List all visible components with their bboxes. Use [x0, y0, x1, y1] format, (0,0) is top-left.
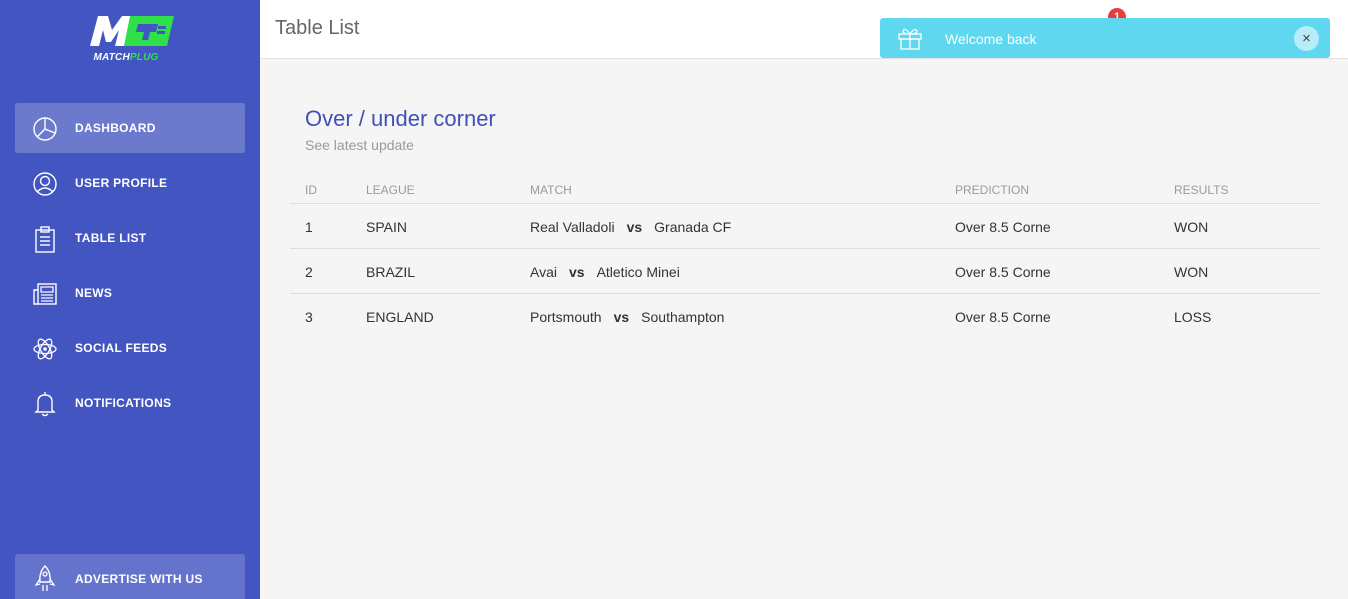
matchplug-logo[interactable]: MATCHPLUG [84, 12, 176, 64]
sidebar-item-user-profile[interactable]: USER PROFILE [15, 158, 245, 208]
sidebar-item-label: NEWS [75, 286, 113, 300]
sidebar-item-label: TABLE LIST [75, 231, 147, 245]
table-row: 1 SPAIN Real Valladoli vs Granada CF Over … [290, 204, 1320, 249]
cell-match: Real Valladoli vs Granada CF [530, 219, 731, 235]
close-icon[interactable]: × [1294, 26, 1319, 51]
cell-match: Avai vs Atletico Minei [530, 264, 680, 280]
sidebar-item-label: SOCIAL FEEDS [75, 341, 168, 355]
atom-icon [33, 338, 57, 360]
away-team: Southampton [641, 309, 725, 325]
clipboard-icon [35, 226, 55, 253]
sidebar-item-dashboard[interactable]: DASHBOARD [15, 103, 245, 153]
cell-prediction: Over 8.5 Corne [955, 264, 1051, 280]
bell-icon [34, 392, 56, 417]
pie-chart-icon [33, 117, 57, 141]
home-team: Avai [530, 264, 557, 280]
vs-label: vs [613, 309, 630, 325]
sidebar-item-notifications[interactable]: NOTIFICATIONS [15, 378, 245, 428]
card-subtitle: See latest update [305, 137, 414, 153]
vs-label: vs [626, 219, 643, 235]
predictions-table: ID LEAGUE MATCH PREDICTION RESULTS 1 SPA… [290, 176, 1320, 339]
sidebar-item-table-list[interactable]: TABLE LIST [15, 213, 245, 263]
cell-match: Portsmouth vs Southampton [530, 309, 724, 325]
sidebar-item-social-feeds[interactable]: SOCIAL FEEDS [15, 323, 245, 373]
sidebar-item-label: USER PROFILE [75, 176, 168, 190]
sidebar-item-label: NOTIFICATIONS [75, 396, 172, 410]
cell-league: ENGLAND [366, 309, 434, 325]
sidebar-nav: DASHBOARD USER PROFILE TABLE LIST NEWS S… [15, 103, 245, 433]
home-team: Real Valladoli [530, 219, 615, 235]
newspaper-icon [33, 283, 57, 305]
table-row: 2 BRAZIL Avai vs Atletico Minei Over 8.5 C… [290, 249, 1320, 294]
sidebar-item-label: DASHBOARD [75, 121, 156, 135]
welcome-toast: Welcome back × [880, 18, 1330, 58]
cell-id: 3 [305, 309, 313, 325]
away-team: Granada CF [654, 219, 732, 235]
user-icon [33, 172, 57, 196]
cell-result: WON [1174, 264, 1209, 280]
card-title: Over / under corner [305, 106, 496, 131]
rocket-icon [34, 565, 56, 591]
away-team: Atletico Minei [596, 264, 680, 280]
column-header-prediction: PREDICTION [955, 183, 1030, 197]
cell-prediction: Over 8.5 Corne [955, 309, 1051, 325]
column-header-results: RESULTS [1174, 183, 1229, 197]
logo-wordmark: MATCHPLUG [93, 52, 159, 63]
toast-message: Welcome back [945, 31, 1037, 47]
sidebar-item-news[interactable]: NEWS [15, 268, 245, 318]
cell-result: LOSS [1174, 309, 1212, 325]
cell-league: SPAIN [366, 219, 407, 235]
advertise-label: ADVERTISE WITH US [75, 572, 203, 586]
vs-label: vs [568, 264, 585, 280]
table-row: 3 ENGLAND Portsmouth vs Southampton Over 8… [290, 294, 1320, 339]
gift-icon [898, 28, 922, 50]
home-team: Portsmouth [530, 309, 602, 325]
column-header-match: MATCH [530, 183, 572, 197]
page-title: Table List [275, 17, 360, 39]
cell-league: BRAZIL [366, 264, 416, 280]
sidebar: MATCHPLUG DASHBOARD USER PROFILE TABLE L… [0, 0, 260, 599]
column-header-id: ID [305, 183, 317, 197]
advertise-button[interactable]: ADVERTISE WITH US [15, 554, 245, 599]
cell-id: 2 [305, 264, 313, 280]
logo-mark-icon [90, 16, 174, 46]
cell-prediction: Over 8.5 Corne [955, 219, 1051, 235]
column-header-league: LEAGUE [366, 183, 415, 197]
cell-id: 1 [305, 219, 313, 235]
cell-result: WON [1174, 219, 1209, 235]
table-header: ID LEAGUE MATCH PREDICTION RESULTS [290, 176, 1320, 204]
